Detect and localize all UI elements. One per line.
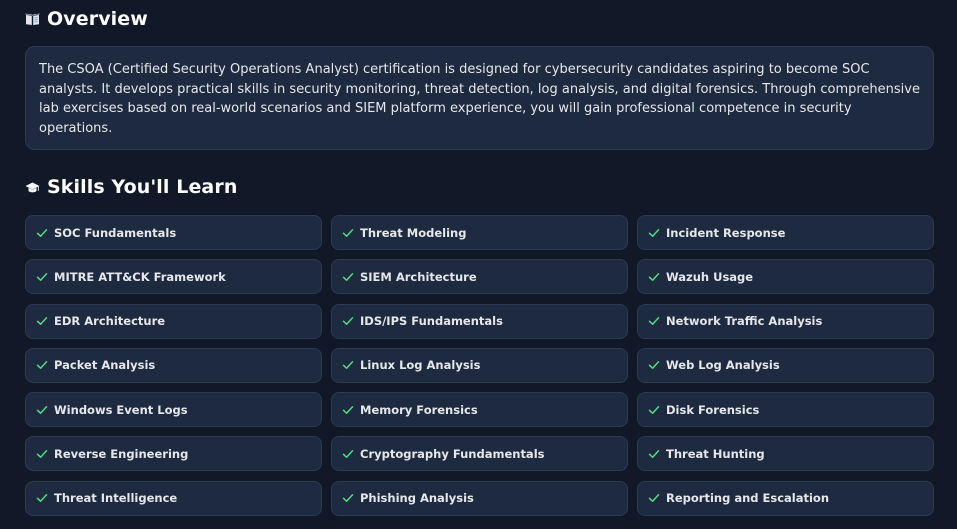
check-icon bbox=[648, 404, 660, 416]
skill-label: SOC Fundamentals bbox=[54, 225, 177, 240]
skills-heading: Skills You'll Learn bbox=[25, 176, 237, 198]
overview-text: The CSOA (Certified Security Operations … bbox=[39, 62, 920, 136]
check-icon bbox=[36, 448, 48, 460]
check-icon bbox=[648, 271, 660, 283]
check-icon bbox=[36, 359, 48, 371]
check-icon bbox=[648, 448, 660, 460]
check-icon bbox=[648, 227, 660, 239]
skill-label: Disk Forensics bbox=[666, 402, 760, 417]
skill-label: Threat Intelligence bbox=[54, 491, 178, 506]
skill-label: Linux Log Analysis bbox=[360, 358, 481, 373]
skill-label: Incident Response bbox=[666, 225, 786, 240]
skill-item: Windows Event Logs bbox=[25, 392, 322, 428]
skill-label: Threat Hunting bbox=[666, 446, 765, 461]
skills-grid: SOC Fundamentals Threat Modeling Incident … bbox=[25, 215, 934, 516]
skill-item: Incident Response bbox=[637, 215, 934, 250]
skill-item: Reverse Engineering bbox=[25, 436, 322, 472]
check-icon bbox=[36, 492, 48, 504]
skill-item: EDR Architecture bbox=[25, 303, 322, 339]
skill-label: Threat Modeling bbox=[360, 225, 467, 240]
skill-label: Reverse Engineering bbox=[54, 446, 189, 461]
skills-title: Skills You'll Learn bbox=[47, 176, 238, 198]
overview-title: Overview bbox=[47, 8, 148, 30]
skill-item: Web Log Analysis bbox=[637, 347, 934, 383]
check-icon bbox=[36, 227, 48, 239]
check-icon bbox=[36, 315, 48, 327]
skill-item: Cryptography Fundamentals bbox=[331, 436, 628, 472]
skill-item: Threat Hunting bbox=[637, 436, 934, 472]
check-icon bbox=[342, 359, 354, 371]
skill-label: SIEM Architecture bbox=[360, 269, 477, 284]
skill-label: Reporting and Escalation bbox=[666, 491, 830, 506]
check-icon bbox=[342, 448, 354, 460]
skill-item: SOC Fundamentals bbox=[25, 215, 322, 250]
skill-label: Network Traffic Analysis bbox=[666, 314, 823, 329]
check-icon bbox=[36, 271, 48, 283]
overview-card: The CSOA (Certified Security Operations … bbox=[25, 46, 934, 150]
skill-label: EDR Architecture bbox=[54, 314, 166, 329]
skill-label: Wazuh Usage bbox=[666, 269, 754, 284]
check-icon bbox=[342, 492, 354, 504]
skill-label: Web Log Analysis bbox=[666, 358, 780, 373]
skill-label: Cryptography Fundamentals bbox=[360, 446, 545, 461]
check-icon bbox=[648, 359, 660, 371]
course-details-panel: Overview The CSOA (Certified Security Op… bbox=[0, 0, 957, 529]
skill-label: Windows Event Logs bbox=[54, 402, 188, 417]
book-icon bbox=[25, 12, 40, 27]
skill-item: Disk Forensics bbox=[637, 392, 934, 428]
skill-item: Reporting and Escalation bbox=[637, 480, 934, 516]
skill-item: Packet Analysis bbox=[25, 347, 322, 383]
skill-item: Linux Log Analysis bbox=[331, 347, 628, 383]
skill-item: IDS/IPS Fundamentals bbox=[331, 303, 628, 339]
skill-item: Memory Forensics bbox=[331, 392, 628, 428]
check-icon bbox=[342, 227, 354, 239]
skill-item: Phishing Analysis bbox=[331, 480, 628, 516]
check-icon bbox=[648, 492, 660, 504]
skill-label: Memory Forensics bbox=[360, 402, 478, 417]
skill-label: Packet Analysis bbox=[54, 358, 156, 373]
check-icon bbox=[342, 404, 354, 416]
skill-item: MITRE ATT&CK Framework bbox=[25, 259, 322, 295]
skill-item: Wazuh Usage bbox=[637, 259, 934, 295]
check-icon bbox=[36, 404, 48, 416]
check-icon bbox=[342, 271, 354, 283]
check-icon bbox=[648, 315, 660, 327]
skill-label: Phishing Analysis bbox=[360, 491, 474, 506]
skill-label: IDS/IPS Fundamentals bbox=[360, 314, 503, 329]
skill-item: Threat Modeling bbox=[331, 215, 628, 250]
skill-item: SIEM Architecture bbox=[331, 259, 628, 295]
overview-heading: Overview bbox=[25, 8, 148, 30]
skill-item: Network Traffic Analysis bbox=[637, 303, 934, 339]
graduation-cap-icon bbox=[25, 180, 40, 195]
check-icon bbox=[342, 315, 354, 327]
skill-item: Threat Intelligence bbox=[25, 480, 322, 516]
skill-label: MITRE ATT&CK Framework bbox=[54, 269, 226, 284]
